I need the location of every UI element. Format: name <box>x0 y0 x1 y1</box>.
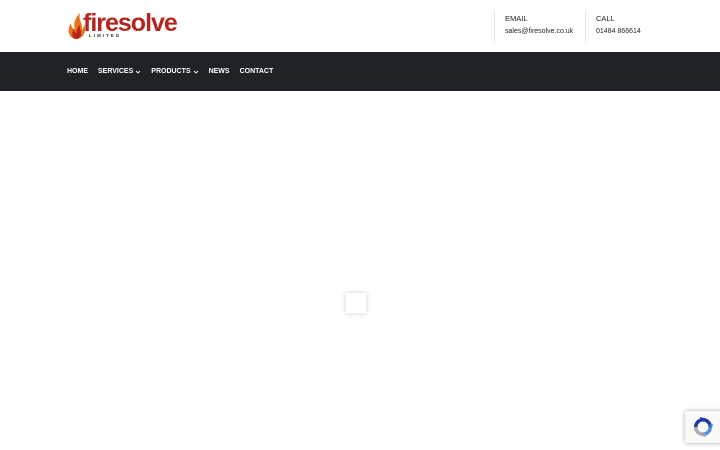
loading-spinner-icon <box>346 293 366 313</box>
chevron-down-icon <box>193 70 198 74</box>
phone-link[interactable]: 01484 866614 <box>596 27 666 37</box>
page: firesolve LIMITED EMAIL sales@firesolve.… <box>0 0 720 450</box>
nav-item-products[interactable]: PRODUCTS <box>151 67 198 77</box>
nav-list: HOME SERVICES PRODUCTS NEWS CONTACT <box>67 52 283 91</box>
chevron-down-icon <box>135 70 141 74</box>
contact-email-block: EMAIL sales@firesolve.co.uk <box>494 10 585 42</box>
nav-item-label: PRODUCTS <box>151 67 191 75</box>
brand-subtitle: LIMITED <box>89 33 121 38</box>
nav-item-home[interactable]: HOME <box>67 67 88 77</box>
nav-item-news[interactable]: NEWS <box>209 67 230 77</box>
contact-call-block: CALL 01484 866614 <box>585 10 666 42</box>
nav-item-contact[interactable]: CONTACT <box>240 67 274 77</box>
nav-item-label: CONTACT <box>239 67 274 75</box>
recaptcha-icon <box>694 417 713 437</box>
recaptcha-badge[interactable] <box>685 411 720 443</box>
main-content <box>0 91 720 450</box>
site-header: firesolve LIMITED EMAIL sales@firesolve.… <box>0 0 720 52</box>
email-label: EMAIL <box>505 14 528 23</box>
nav-item-label: HOME <box>67 67 88 75</box>
brand-logo[interactable]: firesolve LIMITED <box>66 9 178 40</box>
main-nav: HOME SERVICES PRODUCTS NEWS CONTACT <box>0 52 720 91</box>
nav-item-label: SERVICES <box>98 67 134 75</box>
email-link[interactable]: sales@firesolve.co.uk <box>505 27 585 37</box>
nav-item-label: NEWS <box>208 67 230 75</box>
nav-item-services[interactable]: SERVICES <box>98 67 141 77</box>
call-label: CALL <box>596 14 615 23</box>
